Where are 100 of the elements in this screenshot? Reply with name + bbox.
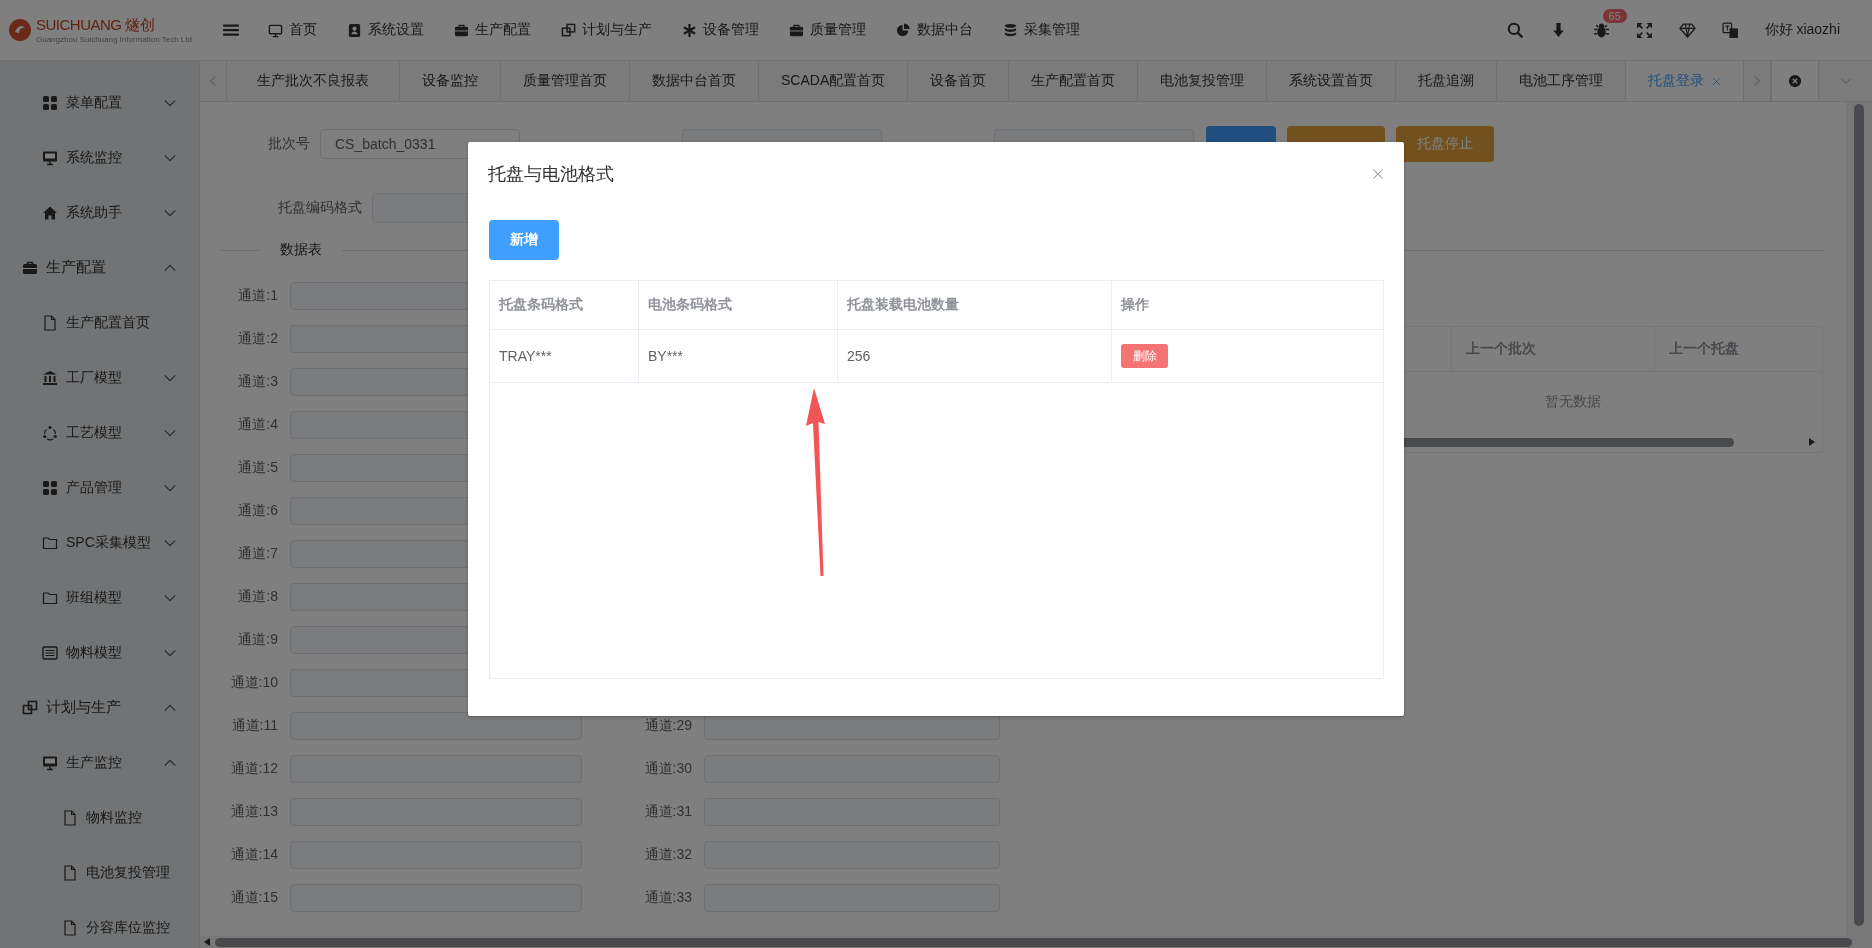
nav-item[interactable]: 计划与生产 [561,21,652,39]
sidebar-item[interactable]: 系统助手 [0,185,199,240]
sidebar-item[interactable]: 工艺模型 [0,405,199,460]
tab[interactable]: 设备首页 [908,61,1010,101]
folder-icon [42,534,58,551]
column-header: 托盘装载电池数量 [838,281,1112,329]
scroll-arrow-icon[interactable] [203,938,211,946]
scroll-arrow-icon[interactable] [1808,438,1816,446]
user-greeting[interactable]: 你好 xiaozhi [1764,21,1840,39]
scrollbar[interactable] [215,937,1852,947]
tab[interactable]: 生产批次不良报表 [227,61,400,101]
menu-icon[interactable] [222,21,240,39]
language-icon[interactable] [1721,21,1739,39]
field-label: 托盘编码格式 [277,199,363,217]
scrollbar[interactable] [1854,104,1864,926]
tab[interactable]: 托盘追溯 [1396,61,1498,101]
monitor-icon [42,149,58,166]
monitor-icon [42,754,58,771]
sidebar-item[interactable]: 菜单配置 [0,75,199,130]
notification-badge: 65 [1601,7,1628,24]
channel-label: 通道:7 [237,544,279,563]
channel-label: 通道:29 [643,716,693,735]
id-card-icon [347,22,362,38]
channel-label: 通道:14 [229,845,279,864]
windows-icon [561,22,576,38]
tab[interactable]: 质量管理首页 [501,61,630,101]
bank-icon [42,369,58,386]
tab[interactable]: 系统设置首页 [1267,61,1397,101]
sidebar-item[interactable]: 系统监控 [0,130,199,185]
channel-label: 通道:8 [237,587,279,606]
asterisk-icon [682,22,697,38]
monitor-icon [268,22,283,38]
diamond-icon[interactable] [1678,21,1696,39]
nav-item[interactable]: 首页 [268,21,317,39]
sidebar-item[interactable]: 电池复投管理 [0,845,199,900]
sidebar-item[interactable]: 产品管理 [0,460,199,515]
channel-label: 通道:2 [237,329,279,348]
cycle-icon [42,424,58,441]
add-button[interactable]: 新增 [489,220,559,260]
delete-button[interactable]: 删除 [1121,344,1168,368]
bug-icon[interactable] [1592,21,1610,39]
channel-label: 通道:4 [237,415,279,434]
database-icon [1003,22,1018,38]
grid-icon [42,94,58,111]
channel-label: 通道:13 [229,802,279,821]
table-cell: TRAY*** [490,330,639,382]
folder-icon [42,589,58,606]
channel-label: 通道:3 [237,372,279,391]
close-circle-icon[interactable] [1788,74,1803,88]
tab[interactable]: 电池复投管理 [1138,61,1268,101]
sidebar-item[interactable]: 生产监控 [0,735,199,790]
tab[interactable]: 数据中台首页 [630,61,759,101]
nav-item[interactable]: 设备管理 [682,21,759,39]
nav-item[interactable]: 生产配置 [454,21,531,39]
sidebar-item[interactable]: SPC采集模型 [0,515,199,570]
sidebar-item[interactable]: 生产配置首页 [0,295,199,350]
fullscreen-icon[interactable] [1635,21,1653,39]
tab[interactable]: 设备监控 [400,61,501,101]
nav-item[interactable]: 质量管理 [789,21,866,39]
sidebar-item[interactable]: 物料监控 [0,790,199,845]
section-title: 数据表 [279,241,323,259]
channel-label: 通道:10 [229,673,279,692]
column-header: 电池条码格式 [639,281,838,329]
input-field[interactable] [290,711,582,740]
field-label: 批次号 [267,135,311,153]
tab[interactable]: 托盘登录 [1626,61,1745,101]
windows-icon [22,699,38,716]
briefcase-icon [22,259,38,276]
dialog-title: 托盘与电池格式 [488,163,614,186]
channel-label: 通道:33 [643,888,693,907]
sidebar-item[interactable]: 计划与生产 [0,680,199,735]
pie-chart-icon [896,22,911,38]
table-cell: BY*** [639,330,838,382]
file-icon [62,864,78,881]
channel-label: 通道:1 [237,286,279,305]
close-icon[interactable] [1372,168,1384,180]
tab[interactable]: 生产配置首页 [1009,61,1139,101]
nav-item[interactable]: 采集管理 [1003,21,1080,39]
column-header: 托盘条码格式 [490,281,639,329]
sidebar-item[interactable]: 分容库位监控 [0,900,199,948]
channel-label: 通道:32 [643,845,693,864]
tab[interactable]: SCADA配置首页 [759,61,909,101]
sidebar-item[interactable]: 物料模型 [0,625,199,680]
sidebar-item[interactable]: 工厂模型 [0,350,199,405]
channel-label: 通道:12 [229,759,279,778]
sidebar-item[interactable]: 生产配置 [0,240,199,295]
brand-name: SUICHUANG [36,16,122,33]
channel-label: 通道:9 [237,630,279,649]
channel-label: 通道:31 [643,802,693,821]
logo-icon [8,18,32,42]
briefcase-icon [789,22,804,38]
search-icon[interactable] [1506,21,1524,39]
list-icon [42,644,58,661]
home-icon [42,204,58,221]
nav-item[interactable]: 数据中台 [896,21,973,39]
table-cell: 256 [838,330,1112,382]
sidebar-item[interactable]: 班组模型 [0,570,199,625]
grid-icon [42,479,58,496]
file-icon [62,809,78,826]
nav-item[interactable]: 系统设置 [347,21,424,39]
